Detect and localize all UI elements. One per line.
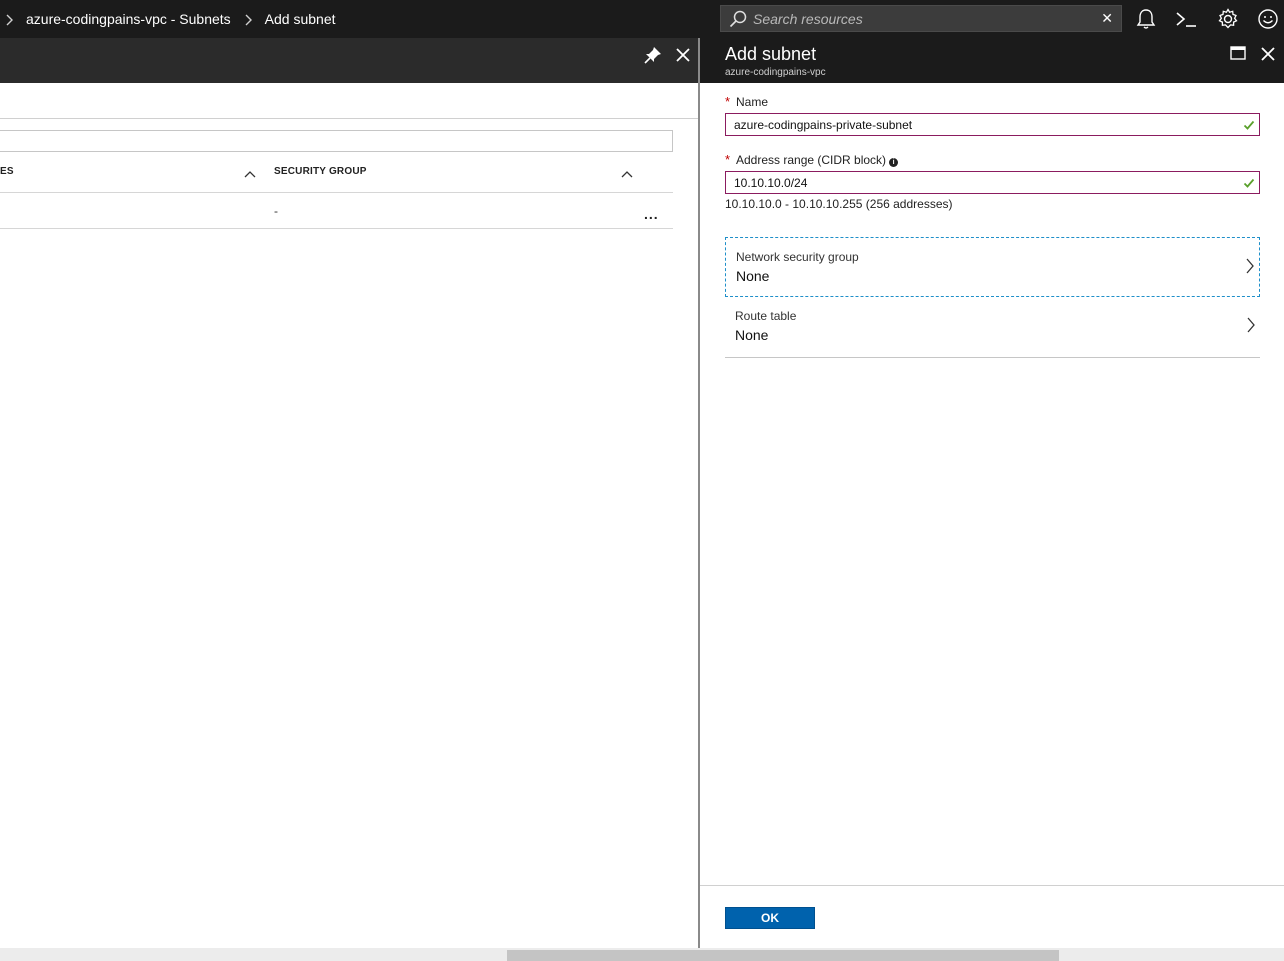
chevron-right-icon [0,11,20,27]
chevron-right-icon [239,11,259,27]
security-group-cell: - [274,204,278,218]
name-field[interactable] [734,117,1234,133]
search-input[interactable] [753,8,1093,29]
horizontal-scrollbar[interactable] [0,948,1284,961]
cloud-shell-icon[interactable] [1166,0,1206,38]
subnets-blade: ES SECURITY GROUP - ... [0,38,698,948]
add-subnet-header: Add subnet azure-codingpains-vpc [700,38,1284,83]
sort-chevron-up-icon[interactable] [244,166,256,178]
address-range-hint: 10.10.10.0 - 10.10.10.255 (256 addresses… [725,197,953,211]
route-table-value: None [735,327,769,343]
address-range-label: Address range (CIDR block) i [736,153,899,167]
feedback-smiley-icon[interactable] [1248,0,1284,38]
table-row-divider [0,228,673,229]
search-icon [729,10,747,33]
settings-gear-icon[interactable] [1208,0,1248,38]
page-subtitle: azure-codingpains-vpc [725,67,826,78]
chevron-right-icon [1246,316,1256,339]
required-asterisk: * [725,152,731,167]
filter-input[interactable] [0,130,673,152]
breadcrumb-add-subnet[interactable]: Add subnet [259,11,344,27]
chevron-right-icon [1245,257,1255,280]
pin-icon[interactable] [642,44,664,66]
name-label: Name [736,95,769,109]
clear-search-icon[interactable]: ✕ [1101,10,1113,27]
notifications-bell-icon[interactable] [1126,0,1166,38]
subnets-blade-header [0,38,698,83]
divider [725,357,1260,358]
maximize-icon[interactable] [1230,46,1246,65]
column-header-security-group[interactable]: SECURITY GROUP [274,166,367,177]
network-security-group-picker[interactable]: Network security group None [725,237,1260,297]
add-subnet-blade: Add subnet azure-codingpains-vpc * Name … [700,38,1284,948]
valid-check-icon [1243,118,1255,136]
name-field-box[interactable] [725,113,1260,136]
breadcrumb: azure-codingpains-vpc - Subnets Add subn… [0,0,344,38]
breadcrumb-subnets[interactable]: azure-codingpains-vpc - Subnets [20,11,239,27]
network-security-group-value: None [736,268,770,284]
address-range-field-box[interactable] [725,171,1260,194]
route-table-label: Route table [735,309,797,323]
column-header-addresses[interactable]: ES [0,166,14,177]
route-table-picker[interactable]: Route table None [725,297,1260,357]
divider [0,118,698,119]
top-bar: azure-codingpains-vpc - Subnets Add subn… [0,0,1284,38]
address-range-field[interactable] [734,175,1234,191]
sort-chevron-up-icon[interactable] [621,166,633,178]
required-asterisk: * [725,94,731,109]
valid-check-icon [1243,176,1255,194]
close-icon[interactable] [672,44,694,66]
close-icon[interactable] [1258,44,1278,69]
ok-button[interactable]: OK [725,907,815,929]
network-security-group-label: Network security group [736,250,859,264]
info-icon[interactable]: i [889,158,899,167]
scrollbar-thumb[interactable] [507,950,1059,961]
search-box[interactable]: ✕ [720,5,1122,32]
table-header-divider [0,192,673,193]
address-range-label-text: Address range (CIDR block) [736,153,887,167]
more-options-icon[interactable]: ... [644,206,659,222]
footer-divider [700,885,1284,886]
page-title: Add subnet [725,44,817,64]
